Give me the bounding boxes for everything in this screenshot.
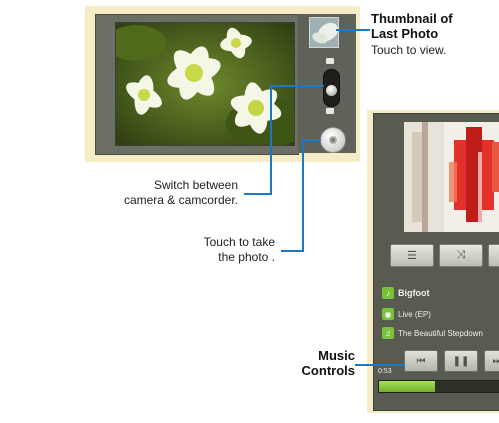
artist-name: The Beautiful Stepdown bbox=[398, 328, 483, 338]
list-icon: ☰ bbox=[407, 250, 417, 262]
disc-icon: ◉ bbox=[382, 308, 394, 320]
artist-icon: ♫ bbox=[382, 327, 394, 339]
shuffle-icon: ⤨ bbox=[456, 249, 466, 261]
artist-row: ♫ The Beautiful Stepdown bbox=[382, 327, 483, 339]
previous-button[interactable]: ⏮ bbox=[404, 350, 438, 372]
thumbnail-callout-title-line2: Last Photo bbox=[371, 26, 439, 41]
switch-callout-text: Switch between camera & camcorder. bbox=[88, 178, 238, 208]
music-callout-line1: Music bbox=[318, 348, 355, 363]
progress-fill bbox=[379, 381, 436, 392]
pause-button[interactable]: ❚❚ bbox=[444, 350, 478, 372]
track-title: Bigfoot bbox=[398, 288, 430, 298]
playlist-button[interactable]: ☰ bbox=[390, 244, 434, 267]
callout-line-thumbnail bbox=[336, 29, 370, 31]
elapsed-time: 0:53 bbox=[378, 368, 392, 375]
switch-callout-line1: Switch between bbox=[153, 178, 238, 192]
track-title-row: ♪ Bigfoot bbox=[382, 287, 430, 299]
album-art bbox=[404, 122, 499, 232]
shuffle-button[interactable]: ⤨ bbox=[439, 244, 483, 267]
album-name: Live (EP) bbox=[398, 309, 431, 319]
thumbnail-callout-title-line1: Thumbnail of bbox=[371, 11, 453, 26]
callout-line-switch-v bbox=[270, 85, 272, 195]
album-row: ◉ Live (EP) bbox=[382, 308, 431, 320]
callout-line-switch-h2 bbox=[244, 193, 272, 195]
next-button[interactable]: ⏭ bbox=[484, 350, 499, 372]
callout-line-shutter-h1 bbox=[302, 139, 321, 141]
pause-icon: ❚❚ bbox=[452, 355, 470, 367]
thumbnail-callout-title: Thumbnail of Last Photo bbox=[371, 11, 453, 41]
camera-icon bbox=[326, 108, 334, 114]
callout-line-switch-h1 bbox=[270, 85, 324, 87]
repeat-button[interactable] bbox=[488, 244, 499, 267]
next-icon: ⏭ bbox=[492, 355, 499, 367]
shutter-callout-line1: Touch to take bbox=[203, 235, 275, 249]
camera-viewfinder bbox=[115, 22, 295, 146]
music-callout-line2: Controls bbox=[301, 363, 355, 378]
switch-knob[interactable] bbox=[326, 85, 337, 96]
previous-icon: ⏮ bbox=[416, 355, 426, 367]
callout-line-music bbox=[355, 364, 405, 366]
shutter-callout-text: Touch to take the photo . bbox=[140, 235, 275, 265]
callout-line-shutter-h2 bbox=[281, 250, 304, 252]
shutter-button[interactable]: ✺ bbox=[320, 127, 346, 153]
progress-bar[interactable] bbox=[378, 380, 499, 393]
daffodil-photo bbox=[116, 23, 294, 145]
microphone-icon: ♪ bbox=[382, 287, 394, 299]
last-photo-thumbnail[interactable] bbox=[309, 17, 339, 48]
shutter-callout-line2: the photo . bbox=[218, 250, 275, 264]
switch-callout-line2: camera & camcorder. bbox=[123, 193, 238, 207]
shutter-icon: ✺ bbox=[328, 134, 338, 147]
music-callout-text: Music Controls bbox=[270, 348, 355, 378]
callout-line-shutter-v bbox=[302, 139, 304, 252]
thumbnail-callout-hint: Touch to view. bbox=[371, 43, 447, 57]
camcorder-icon bbox=[326, 58, 334, 64]
camera-camcorder-switch[interactable] bbox=[323, 69, 340, 107]
